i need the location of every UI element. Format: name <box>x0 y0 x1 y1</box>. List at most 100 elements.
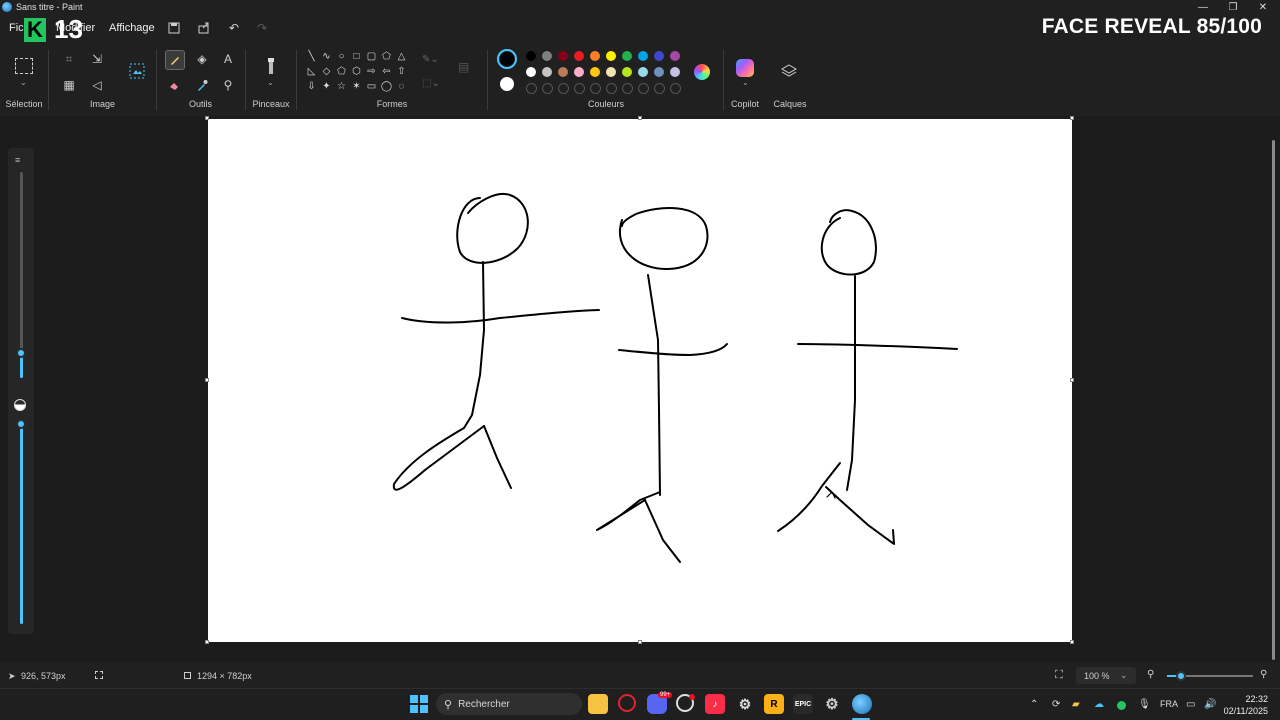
opacity-slider-thumb[interactable] <box>16 419 26 429</box>
brush-icon[interactable] <box>262 56 280 78</box>
shape-tool[interactable]: ⇧ <box>395 65 408 78</box>
palette-swatch[interactable] <box>590 51 600 61</box>
sync-icon[interactable]: ⟳ <box>1052 699 1060 710</box>
shape-tool[interactable]: ◯ <box>380 80 393 93</box>
custom-color-slot[interactable] <box>654 83 665 94</box>
custom-color-slot[interactable] <box>558 83 569 94</box>
custom-color-slot[interactable] <box>542 83 553 94</box>
shape-tool[interactable]: ▭ <box>365 80 378 93</box>
shape-tool[interactable]: △ <box>395 50 408 63</box>
palette-swatch[interactable] <box>638 51 648 61</box>
custom-color-slot[interactable] <box>574 83 585 94</box>
fill-bucket-icon[interactable]: ◈ <box>193 50 211 68</box>
shape-tool[interactable]: ▢ <box>365 50 378 63</box>
palette-swatch[interactable] <box>574 67 584 77</box>
shape-tool[interactable]: ✦ <box>320 80 333 93</box>
custom-color-slot[interactable] <box>670 83 681 94</box>
shape-tool[interactable]: ∿ <box>320 50 333 63</box>
volume-icon[interactable]: 🔊 <box>1204 699 1216 710</box>
image-select-icon[interactable] <box>128 62 146 80</box>
vertical-scrollbar[interactable] <box>1272 140 1275 660</box>
palette-swatch[interactable] <box>654 51 664 61</box>
microphone-icon[interactable]: 🎙 <box>1138 699 1151 710</box>
music-icon[interactable]: ♪ <box>705 694 725 714</box>
clock[interactable]: 22:32 02/11/2025 <box>1224 693 1268 717</box>
save-icon[interactable] <box>166 20 182 36</box>
custom-color-slot[interactable] <box>590 83 601 94</box>
shape-tool[interactable]: ⬠ <box>335 65 348 78</box>
zoom-dropdown[interactable]: 100 % ⌄ <box>1076 667 1136 684</box>
palette-swatch[interactable] <box>622 51 632 61</box>
color-picker-icon[interactable] <box>193 76 211 94</box>
custom-color-slot[interactable] <box>638 83 649 94</box>
zoom-in-icon[interactable]: ⚲ <box>1260 669 1267 680</box>
palette-swatch[interactable] <box>654 67 664 77</box>
resize-handle-top-right[interactable] <box>1070 116 1074 120</box>
cloud-icon[interactable]: ☁ <box>1094 699 1104 710</box>
text-icon[interactable]: A <box>219 50 237 68</box>
palette-swatch[interactable] <box>622 67 632 77</box>
close-button[interactable]: ✕ <box>1248 0 1278 14</box>
palette-swatch[interactable] <box>638 67 648 77</box>
pencil-icon[interactable] <box>165 50 185 70</box>
minimize-button[interactable]: — <box>1188 0 1218 14</box>
chevron-up-icon[interactable]: ⌃ <box>1030 699 1038 710</box>
rockstar-icon[interactable]: R <box>764 694 784 714</box>
edit-colors-icon[interactable] <box>694 64 710 80</box>
custom-color-slot[interactable] <box>526 83 537 94</box>
palette-swatch[interactable] <box>558 51 568 61</box>
resize-handle-top-left[interactable] <box>205 116 209 120</box>
maximize-button[interactable]: ❐ <box>1218 0 1248 14</box>
resize-handle-top[interactable] <box>638 116 642 120</box>
primary-color-button[interactable] <box>497 49 517 69</box>
fit-to-window-icon[interactable]: ⛶ <box>1055 669 1063 682</box>
language-indicator[interactable]: FRA <box>1160 699 1178 709</box>
chevron-down-icon[interactable]: ⌄ <box>267 78 274 87</box>
shape-tool[interactable]: ⬡ <box>350 65 363 78</box>
shape-tool[interactable]: ◌ <box>395 80 408 93</box>
zoom-out-icon[interactable]: ⚲ <box>1147 669 1154 680</box>
shape-tool[interactable]: ✶ <box>350 80 363 93</box>
custom-color-slot[interactable] <box>622 83 633 94</box>
shape-tool[interactable]: ○ <box>335 50 348 63</box>
palette-swatch[interactable] <box>574 51 584 61</box>
palette-swatch[interactable] <box>606 51 616 61</box>
resize-handle-bottom-left[interactable] <box>205 640 209 644</box>
selection-icon[interactable] <box>15 58 33 74</box>
palette-swatch[interactable] <box>526 67 536 77</box>
palette-swatch[interactable] <box>670 67 680 77</box>
file-explorer-icon[interactable] <box>588 694 608 714</box>
windows-start-icon[interactable] <box>410 695 428 713</box>
menu-view[interactable]: Affichage <box>109 22 155 34</box>
crop-icon[interactable]: ⌗ <box>60 50 78 68</box>
chevron-down-icon[interactable]: ⌄ <box>742 78 749 87</box>
online-status-icon[interactable] <box>1117 701 1126 710</box>
background-removal-icon[interactable]: ▦ <box>60 76 78 94</box>
shape-tool[interactable]: □ <box>350 50 363 63</box>
layers-icon[interactable] <box>780 63 799 81</box>
resize-handle-bottom-right[interactable] <box>1070 640 1074 644</box>
drawing-canvas[interactable] <box>208 119 1072 642</box>
shape-tool[interactable]: ╲ <box>305 50 318 63</box>
palette-swatch[interactable] <box>606 67 616 77</box>
shape-tool[interactable]: ◇ <box>320 65 333 78</box>
resize-handle-left[interactable] <box>205 378 209 382</box>
palette-swatch[interactable] <box>558 67 568 77</box>
secondary-color-button[interactable] <box>500 77 514 91</box>
palette-swatch[interactable] <box>542 51 552 61</box>
network-icon[interactable]: ▭ <box>1186 699 1195 710</box>
settings-icon[interactable]: ⚙ <box>822 694 842 714</box>
epic-games-icon[interactable]: EPIC <box>793 694 813 714</box>
undo-icon[interactable]: ↶ <box>226 20 242 36</box>
palette-swatch[interactable] <box>590 67 600 77</box>
shape-tool[interactable]: ☆ <box>335 80 348 93</box>
opera-icon[interactable] <box>618 694 636 712</box>
resize-handle-right[interactable] <box>1070 378 1074 382</box>
eraser-icon[interactable] <box>165 76 183 94</box>
shape-tool[interactable]: ⇩ <box>305 80 318 93</box>
folder-tray-icon[interactable]: ▰ <box>1072 699 1080 710</box>
shape-tool[interactable]: ⇦ <box>380 65 393 78</box>
copilot-icon[interactable] <box>736 59 754 77</box>
magnifier-icon[interactable]: ⚲ <box>219 76 237 94</box>
rotate-icon[interactable]: ◁ <box>88 76 106 94</box>
